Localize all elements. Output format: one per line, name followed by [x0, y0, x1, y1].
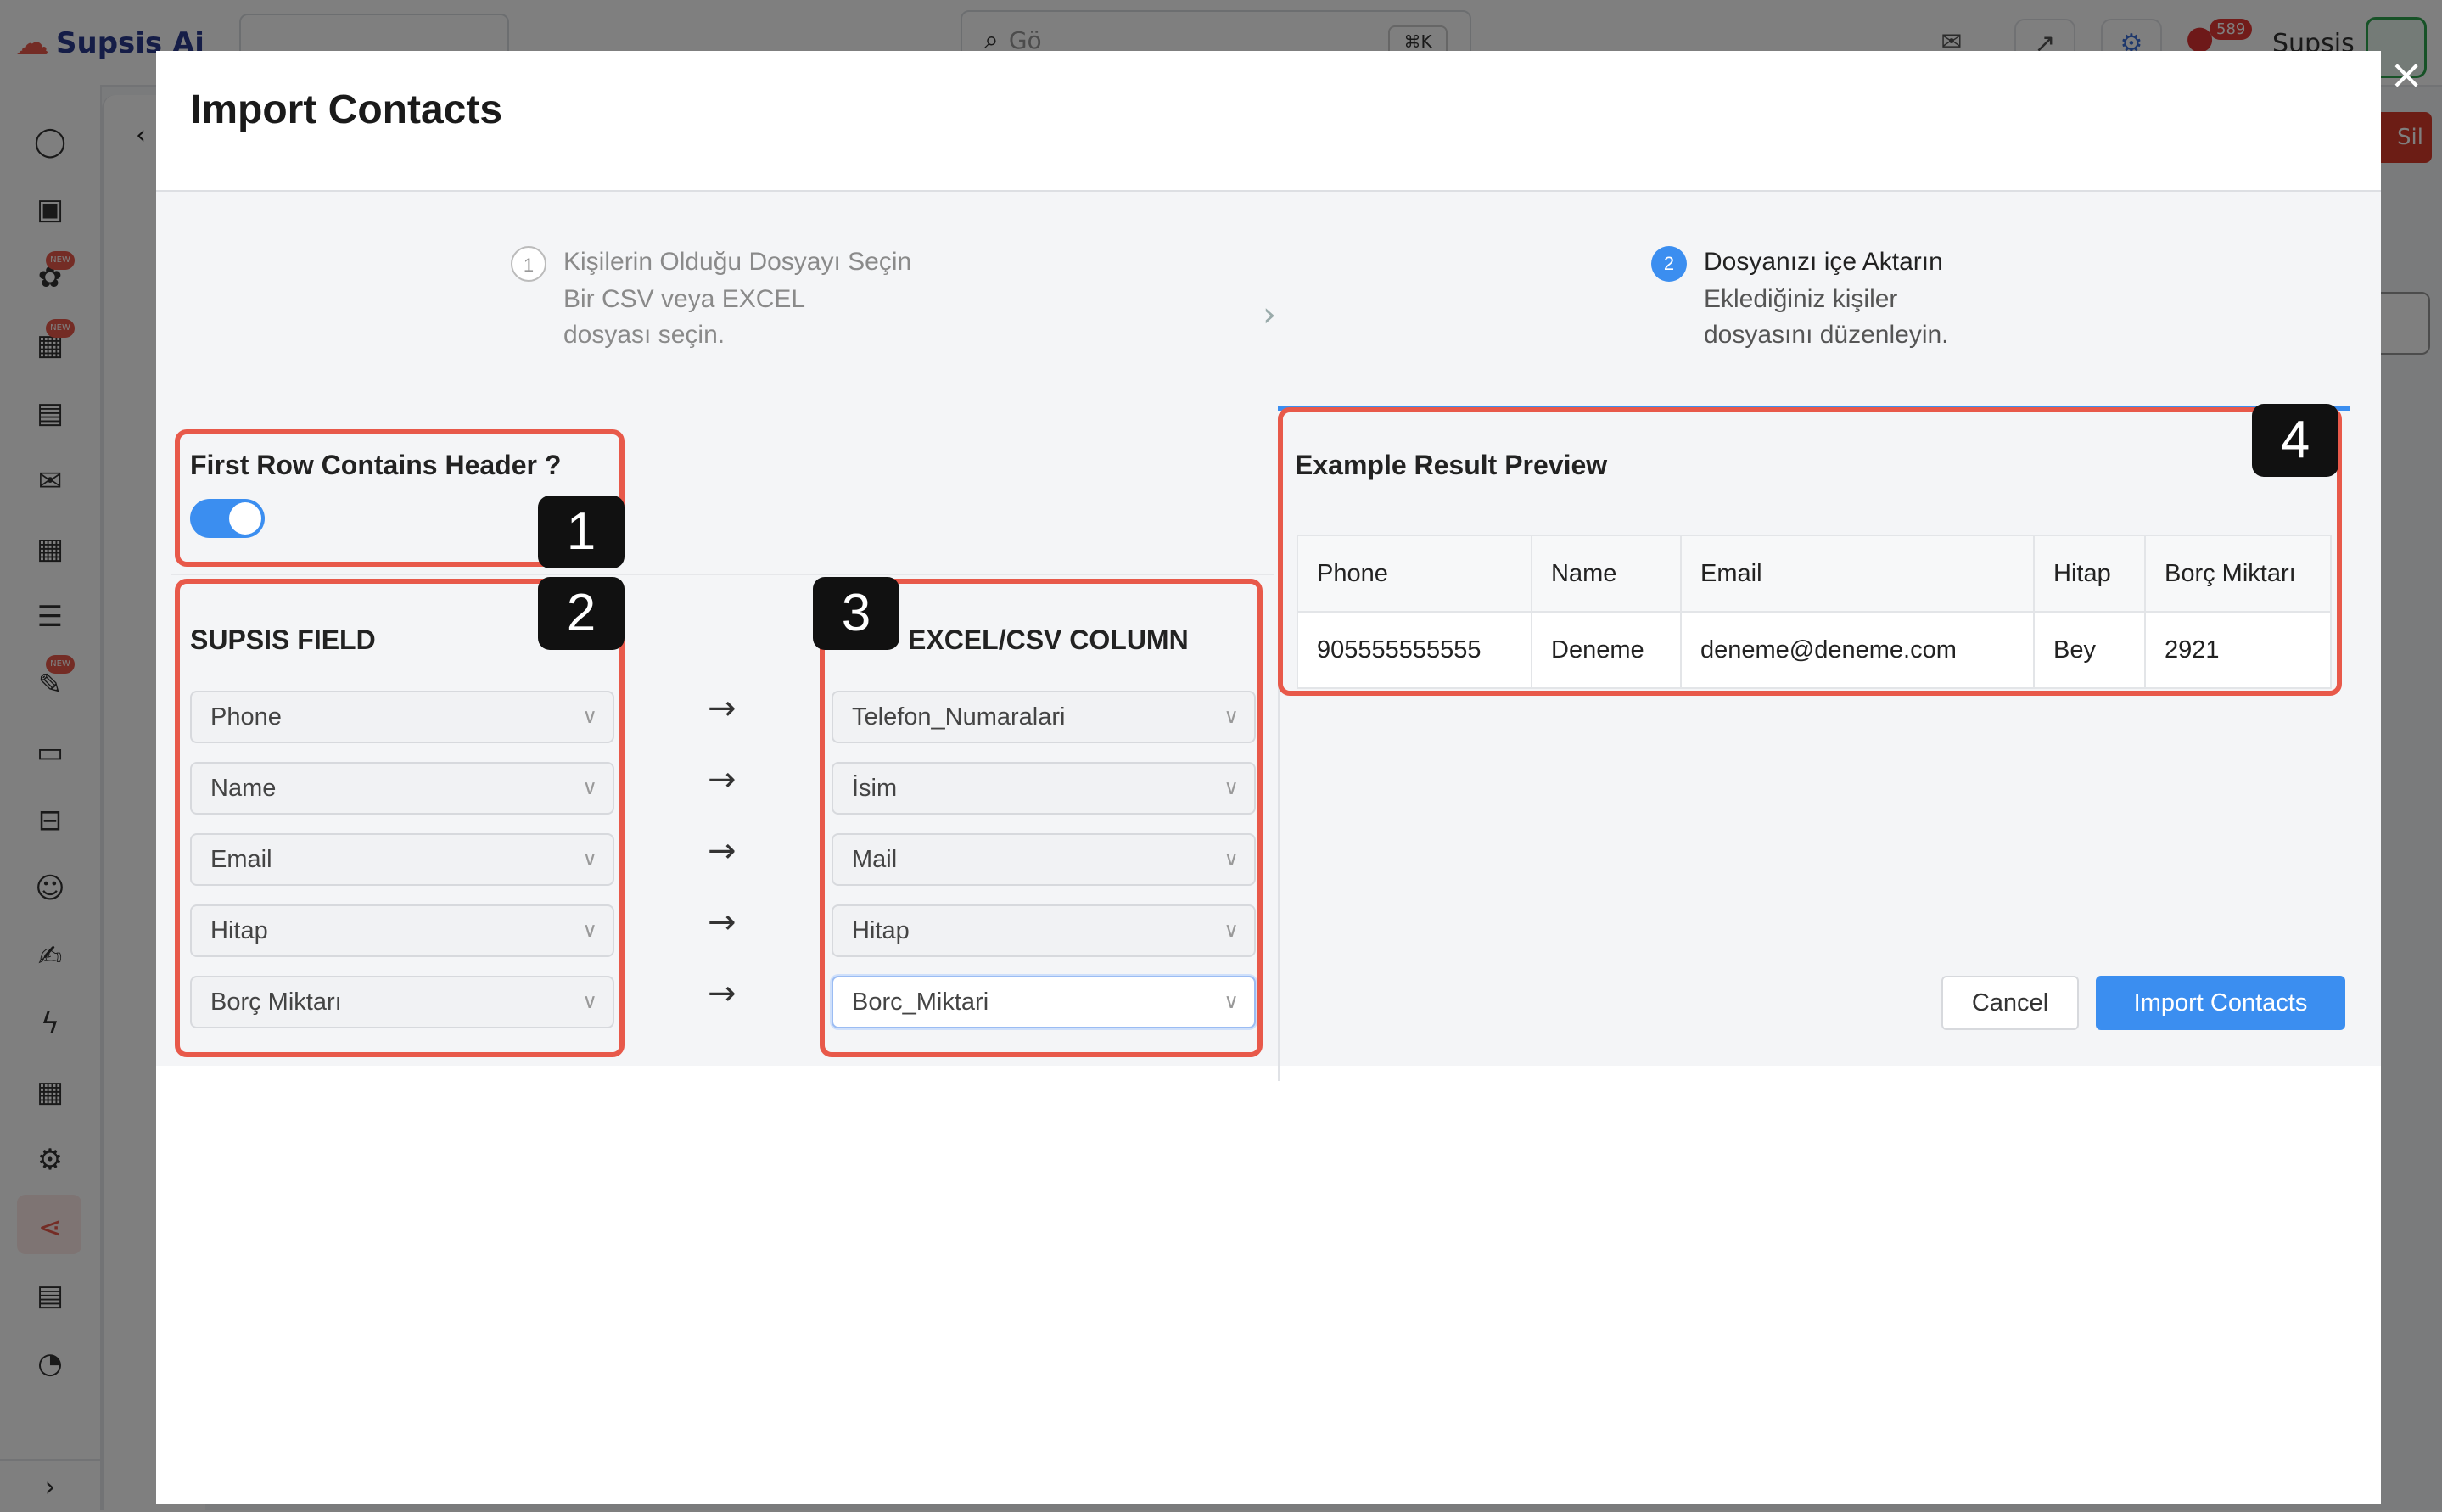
arrow-right-icon: → — [708, 903, 737, 942]
step-1-number: 1 — [511, 246, 546, 282]
close-icon[interactable]: × — [2389, 51, 2423, 98]
annotation-badge-3: 3 — [813, 577, 899, 650]
cancel-button[interactable]: Cancel — [1941, 976, 2079, 1030]
step-2-description: Eklediğiniz kişiler dosyasını düzenleyin… — [1704, 285, 1949, 349]
annotation-badge-2: 2 — [538, 577, 625, 650]
section-divider — [171, 574, 1274, 575]
arrow-right-icon: → — [708, 832, 737, 871]
arrow-right-icon: → — [708, 689, 737, 728]
chevron-right-icon: › — [1263, 295, 1276, 334]
arrow-right-icon: → — [708, 760, 737, 799]
annotation-badge-4: 4 — [2252, 404, 2338, 477]
step-1-description: Bir CSV veya EXCEL dosyası seçin. — [563, 285, 804, 349]
step-2-title: Dosyanızı içe Aktarın — [1704, 248, 1943, 276]
import-contacts-button[interactable]: Import Contacts — [2096, 976, 2345, 1030]
arrow-right-icon: → — [708, 974, 737, 1013]
annotation-badge-1: 1 — [538, 496, 625, 568]
step-1-title: Kişilerin Olduğu Dosyayı Seçin — [563, 248, 912, 276]
annotation-box-3 — [820, 579, 1263, 1057]
modal-title: Import Contacts — [190, 87, 503, 132]
annotation-box-4 — [1278, 407, 2342, 696]
step-2-number: 2 — [1651, 246, 1687, 282]
annotation-box-2 — [175, 579, 625, 1057]
